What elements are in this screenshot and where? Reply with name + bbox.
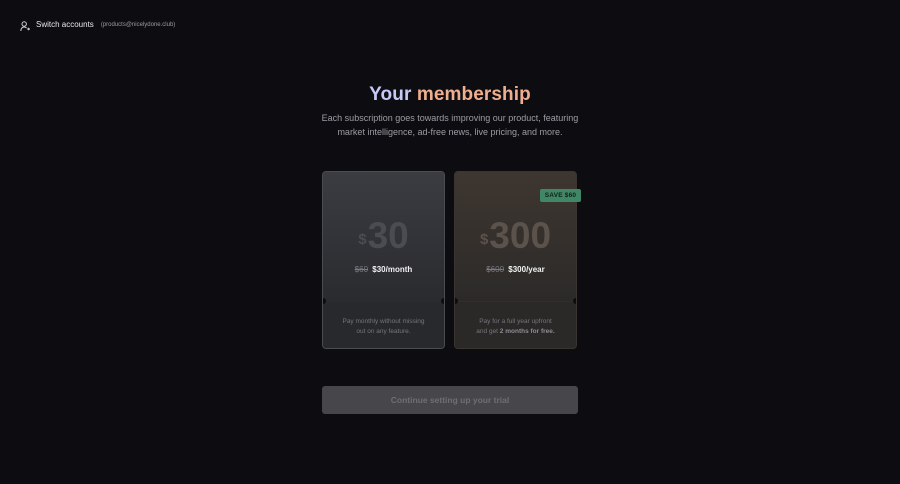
switch-accounts-button[interactable]: Switch accounts (products@nicelydone.clu… bbox=[20, 19, 176, 32]
plan-description-line-1: Pay monthly without missing bbox=[342, 318, 425, 325]
old-price: $600 bbox=[486, 265, 505, 274]
title-word-membership: membership bbox=[416, 84, 531, 105]
continue-trial-button[interactable]: Continue setting up your trial bbox=[322, 386, 578, 414]
plan-card-header: $30 $60 $30/month bbox=[323, 172, 444, 301]
plan-card-monthly[interactable]: $30 $60 $30/month Pay monthly without mi… bbox=[322, 171, 445, 349]
old-price: $60 bbox=[354, 265, 369, 274]
currency-symbol: $ bbox=[358, 231, 367, 248]
plan-description-highlight: 2 months for free. bbox=[499, 327, 555, 335]
subtitle-line-2: market intelligence, ad-free news, live … bbox=[337, 127, 563, 137]
currency-symbol: $ bbox=[479, 231, 489, 248]
plan-description: Pay monthly without missing out on any f… bbox=[333, 317, 434, 336]
card-notch bbox=[441, 298, 444, 304]
page-title: Your membership bbox=[0, 84, 900, 106]
plan-big-price: $30 bbox=[323, 216, 444, 256]
plan-price-line: $600 $300/year bbox=[455, 265, 576, 274]
plan-big-price: $300 bbox=[455, 216, 576, 256]
plan-description-prefix: and get bbox=[476, 327, 500, 335]
plan-description-line-2: and get 2 months for free. bbox=[465, 327, 566, 337]
new-price: $30/month bbox=[372, 265, 413, 274]
save-badge: SAVE $60 bbox=[540, 189, 581, 202]
page-subtitle: Each subscription goes towards improving… bbox=[300, 111, 600, 139]
user-switch-icon bbox=[20, 19, 31, 32]
new-price: $300/year bbox=[508, 265, 545, 274]
plan-description-line-2: out on any feature. bbox=[356, 327, 411, 335]
plan-price-line: $60 $30/month bbox=[323, 265, 444, 274]
plan-description: Pay for a full year upfront and get 2 mo… bbox=[465, 317, 566, 336]
account-email: (products@nicelydone.club) bbox=[100, 21, 176, 28]
subtitle-line-1: Each subscription goes towards improving… bbox=[321, 113, 579, 123]
card-notch bbox=[573, 298, 576, 304]
plan-amount: 30 bbox=[367, 215, 409, 256]
membership-page: Switch accounts (products@nicelydone.clu… bbox=[0, 0, 900, 484]
title-word-your: Your bbox=[369, 84, 412, 105]
plan-amount: 300 bbox=[489, 215, 552, 256]
plan-description-line-1: Pay for a full year upfront bbox=[479, 318, 552, 325]
switch-accounts-label: Switch accounts bbox=[36, 20, 94, 29]
